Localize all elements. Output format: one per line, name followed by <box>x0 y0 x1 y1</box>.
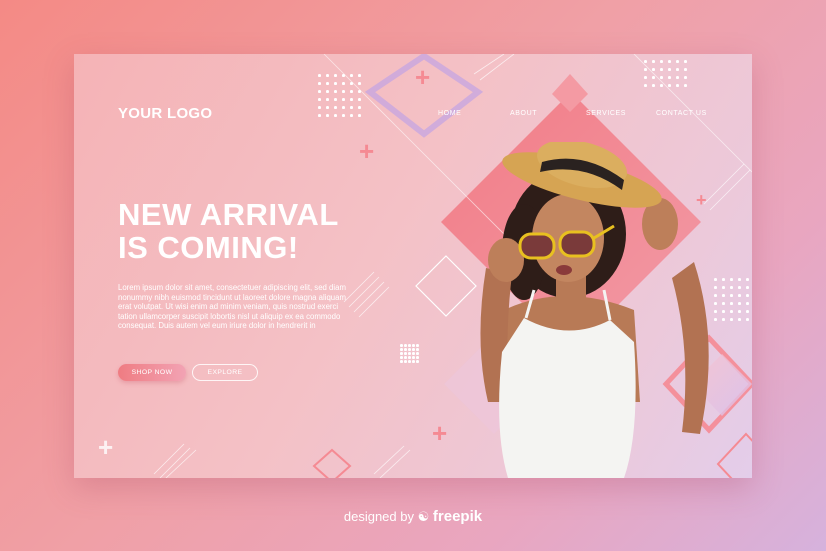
plus-icon: + <box>415 62 431 92</box>
plus-icon: + <box>432 418 448 448</box>
explore-button[interactable]: EXPLORE <box>192 364 258 381</box>
model-photo <box>480 142 709 478</box>
plus-icon: + <box>359 136 375 166</box>
logo[interactable]: YOUR LOGO <box>118 105 212 122</box>
attribution-brand[interactable]: freepik <box>433 508 482 525</box>
dot-grid <box>318 74 366 122</box>
nav-item-services[interactable]: SERVICES <box>586 110 626 117</box>
freepik-logo-icon: ☯ <box>417 509 430 524</box>
headline-line-2: IS COMING! <box>118 230 299 265</box>
hero-body-text: Lorem ipsum dolor sit amet, consectetuer… <box>118 283 346 331</box>
landing-page-card: + + + + + YOUR LOGO HOME ABOUT SERVICES … <box>74 54 752 478</box>
dot-grid <box>644 60 692 92</box>
nav-item-contact[interactable]: CONTACT US <box>656 110 707 117</box>
dot-grid <box>400 344 420 364</box>
nav-item-about[interactable]: ABOUT <box>510 110 537 117</box>
attribution-footer: designed by ☯ freepik <box>0 508 826 525</box>
diamond-outline-bottom-left <box>312 448 352 478</box>
nav-item-home[interactable]: HOME <box>438 110 461 117</box>
headline-line-1: NEW ARRIVAL <box>118 197 339 232</box>
plus-icon: + <box>98 432 114 462</box>
hero-headline: NEW ARRIVAL IS COMING! <box>118 198 339 264</box>
attribution-prefix: designed by <box>343 509 414 524</box>
shop-now-button[interactable]: SHOP NOW <box>118 364 186 381</box>
